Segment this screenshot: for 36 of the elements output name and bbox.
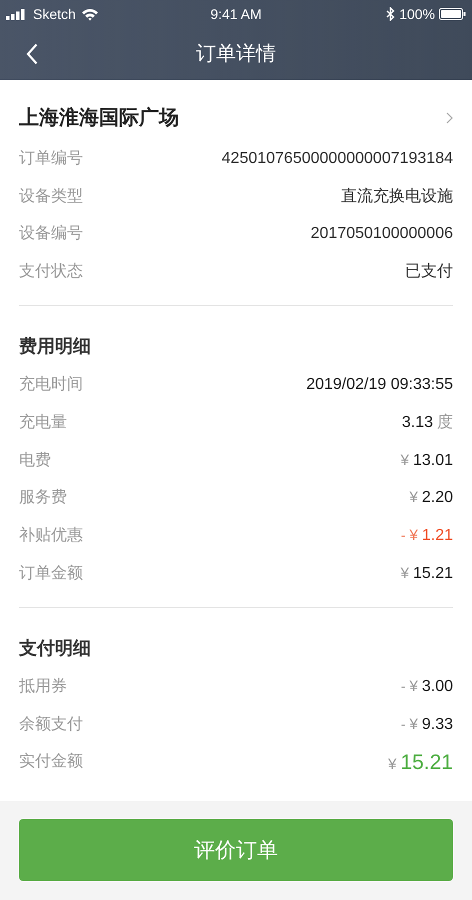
chevron-right-icon bbox=[446, 112, 453, 124]
battery-percent: 100% bbox=[399, 4, 435, 24]
row-value: ¥ 15.21 bbox=[400, 564, 453, 584]
row-label: 余额支付 bbox=[19, 714, 83, 735]
row-value: 2019/02/19 09:33:55 bbox=[306, 375, 453, 396]
row-value: 3.13 度 bbox=[402, 412, 453, 433]
row-label: 设备编号 bbox=[19, 224, 83, 244]
row-value: ¥ 15.21 bbox=[388, 750, 453, 776]
row-value: 42501076500000000007193184 bbox=[222, 148, 453, 169]
clock-time: 9:41 AM bbox=[210, 4, 262, 24]
row-value: 直流充换电设施 bbox=[341, 186, 453, 207]
row-value: 2017050100000006 bbox=[310, 224, 453, 244]
row-label: 充电时间 bbox=[19, 374, 83, 396]
row-value: ¥ 13.01 bbox=[400, 450, 453, 471]
section-title: 费用明细 bbox=[19, 335, 91, 358]
bluetooth-icon bbox=[386, 7, 396, 21]
row-label: 实付金额 bbox=[19, 752, 83, 772]
row-label: 补贴优惠 bbox=[19, 526, 83, 546]
row-value: - ¥ 1.21 bbox=[400, 526, 453, 546]
row-label: 订单金额 bbox=[19, 564, 83, 584]
row-value: - ¥ 3.00 bbox=[400, 676, 453, 697]
row-label: 电费 bbox=[19, 450, 51, 471]
carrier-name: Sketch bbox=[33, 4, 76, 24]
battery-icon bbox=[439, 8, 466, 20]
wifi-icon bbox=[80, 8, 99, 20]
row-label: 充电量 bbox=[19, 412, 67, 433]
page-title: 订单详情 bbox=[196, 42, 276, 67]
row-label: 抵用券 bbox=[19, 676, 67, 697]
row-value: 已支付 bbox=[405, 262, 453, 282]
section-title: 支付明细 bbox=[19, 636, 91, 660]
row-label: 支付状态 bbox=[19, 262, 83, 282]
row-label: 设备类型 bbox=[19, 186, 83, 207]
row-label: 服务费 bbox=[19, 488, 67, 508]
row-label: 订单编号 bbox=[19, 148, 83, 169]
row-value: ¥ 2.20 bbox=[410, 488, 453, 508]
row-value: - ¥ 9.33 bbox=[400, 714, 453, 735]
